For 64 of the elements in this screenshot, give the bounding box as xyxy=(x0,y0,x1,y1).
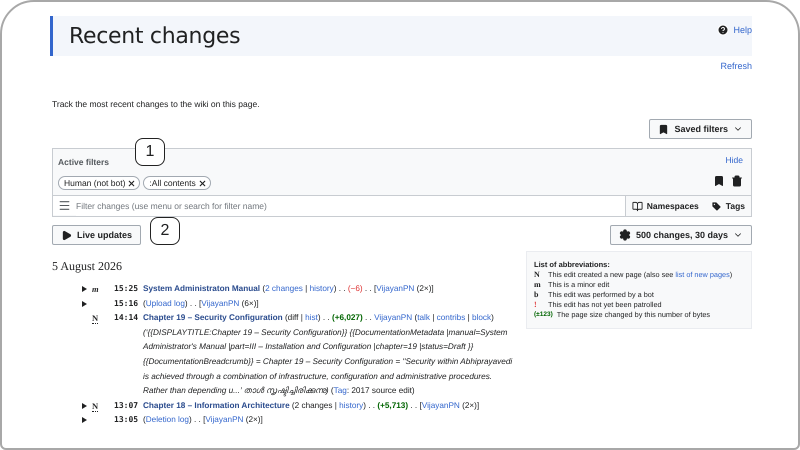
link[interactable]: VijayanPN xyxy=(374,313,412,322)
expand-arrow-icon[interactable] xyxy=(82,286,87,292)
change-time: 14:14 xyxy=(114,312,140,324)
change-summary: (Upload log) . . [VijayanPN (6×)] xyxy=(143,298,260,310)
legend-key: N xyxy=(534,270,544,280)
date-heading: 5 August 2026 xyxy=(52,259,122,274)
page-title: Recent changes xyxy=(69,24,240,49)
menu-icon[interactable] xyxy=(53,196,76,215)
bookmark-icon[interactable] xyxy=(713,175,725,187)
page-link[interactable]: System Administraton Manual xyxy=(143,284,260,293)
active-filters-label: Active filters xyxy=(58,157,110,167)
filter-chip[interactable]: Human (not bot) xyxy=(58,176,140,190)
hide-link[interactable]: Hide xyxy=(713,155,743,165)
link[interactable]: Upload log xyxy=(146,298,185,308)
callout-marker: 1 xyxy=(135,138,165,166)
change-summary: System Administraton Manual (2 changes | history) . . (−6) . . [VijayanPN (2×)] xyxy=(143,283,435,295)
page-link[interactable]: Chapter 19 – Security Configuration xyxy=(143,313,283,322)
play-icon xyxy=(61,230,72,240)
close-icon[interactable] xyxy=(198,178,207,188)
limit-button[interactable]: 500 changes, 30 days xyxy=(610,225,752,245)
link[interactable]: Tag xyxy=(334,386,347,396)
change-time: 15:16 xyxy=(114,298,140,310)
change-summary: (Deletion log) . . [VijayanPN (2×)] xyxy=(143,414,264,426)
link[interactable]: history xyxy=(339,400,364,410)
change-time: 15:25 xyxy=(114,283,140,295)
help-link[interactable]: Help xyxy=(717,24,752,36)
help-icon xyxy=(717,24,730,36)
tag-icon xyxy=(710,200,722,212)
link[interactable]: contribs xyxy=(436,313,466,322)
saved-filters-button[interactable]: Saved filters xyxy=(649,119,752,139)
close-icon[interactable] xyxy=(127,178,136,188)
callout-marker: 2 xyxy=(150,217,180,245)
link[interactable]: VijayanPN xyxy=(205,415,244,424)
link[interactable]: VijayanPN xyxy=(201,298,240,308)
link[interactable]: 2 changes xyxy=(265,284,303,293)
expand-arrow-icon[interactable] xyxy=(82,300,87,307)
edit-type-letter: N xyxy=(92,313,98,324)
edit-type-letter: m xyxy=(92,284,99,294)
page-description: Track the most recent changes to the wiki on this page. xyxy=(52,99,261,109)
book-icon xyxy=(632,200,643,212)
live-updates-button[interactable]: Live updates xyxy=(52,225,142,245)
expand-arrow-icon[interactable] xyxy=(82,402,87,409)
change-time: 13:07 xyxy=(114,400,140,412)
link[interactable]: hist xyxy=(305,313,318,322)
edit-type-letter: N xyxy=(92,400,98,412)
trash-icon[interactable] xyxy=(731,175,743,187)
link[interactable]: VijayanPN xyxy=(376,284,414,293)
link[interactable]: talk xyxy=(417,313,430,322)
change-summary: Chapter 19 – Security Configuration (diff | hist) . . (+6,027) . . VijayanPN (talk | contribs | block) (‘{{DISPLAYTITLE:Chapter 19 – Security Configuration}} {{DocumentationMetadata |manual=System Administrator's Manual |part=III – Installation and Configuration |chapter=19 |status=Draft }} {{DocumentationBreadcrumb}} = Chapter 19 – Security Configuration = ''Security within Abhiprayavedi is achieved through a combination of infrastructure, configuration and administrative procedures. Rather than depending u...’ താൾ സൃഷ്ടിച്ചിരിക്കുന്നു) (Tag: 2017 source edit) xyxy=(143,312,514,398)
change-time: 13:05 xyxy=(114,414,140,426)
legend-key: ! xyxy=(534,300,544,310)
link[interactable]: VijayanPN xyxy=(422,400,460,410)
expand-arrow-icon[interactable] xyxy=(82,417,87,424)
bookmark-icon xyxy=(658,124,670,134)
link[interactable]: history xyxy=(310,284,334,293)
filter-chip[interactable]: :All contents xyxy=(143,176,211,190)
page-link[interactable]: Chapter 18 – Information Architecture xyxy=(143,400,290,410)
link[interactable]: block xyxy=(472,313,492,322)
link[interactable]: Deletion log xyxy=(146,415,189,424)
legend-key: m xyxy=(534,280,544,290)
legend-key: b xyxy=(534,290,544,300)
filter-input-field[interactable]: Filter changes (use menu or search for filter name) xyxy=(76,196,625,216)
refresh-link[interactable]: Refresh xyxy=(720,61,752,71)
change-summary: Chapter 18 – Information Architecture (2 changes | history) . . (+5,713) . . [VijayanPN (2×)] xyxy=(143,400,480,412)
